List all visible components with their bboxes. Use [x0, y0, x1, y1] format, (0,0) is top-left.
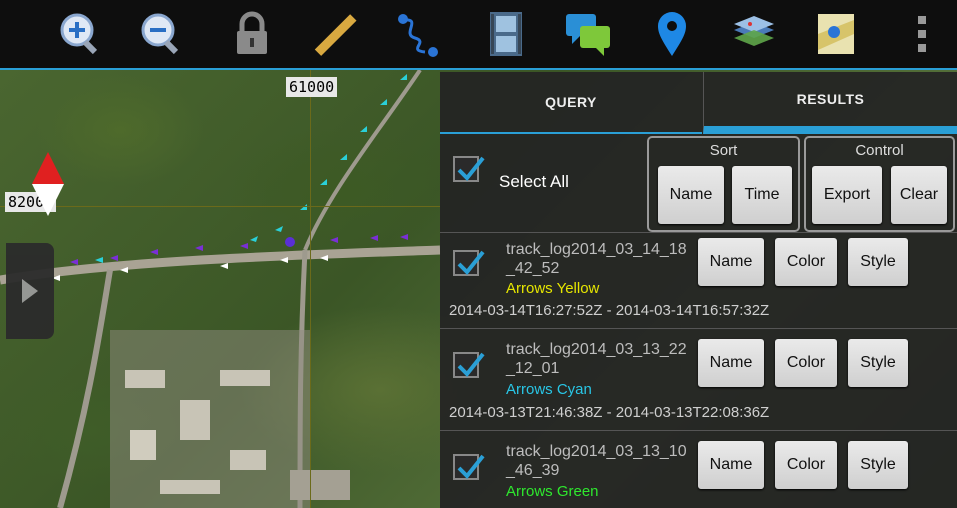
- map-icon[interactable]: [812, 10, 860, 58]
- tab-query[interactable]: QUERY: [440, 72, 702, 134]
- divider: [440, 328, 957, 329]
- layers-icon[interactable]: [730, 10, 778, 58]
- divider: [440, 232, 957, 233]
- track-name-button[interactable]: Name: [698, 339, 764, 387]
- compass-icon[interactable]: [30, 152, 66, 216]
- chat-icon[interactable]: [564, 10, 612, 58]
- checkmark-icon: [457, 156, 485, 181]
- lock-icon[interactable]: [228, 10, 276, 58]
- tab-results[interactable]: RESULTS: [703, 72, 957, 134]
- track-checkbox[interactable]: [453, 250, 485, 276]
- grid-line-vertical: [310, 70, 311, 508]
- chevron-right-icon: [22, 279, 38, 303]
- track-checkbox[interactable]: [453, 352, 485, 378]
- track-name: track_log2014_03_13_10_46_39: [506, 443, 687, 479]
- track-checkbox[interactable]: [453, 454, 485, 480]
- grid-line-horizontal: [0, 206, 440, 207]
- sort-group: Sort Name Time: [647, 136, 800, 232]
- panel-tabs: QUERY RESULTS: [440, 72, 957, 134]
- film-icon[interactable]: [482, 10, 530, 58]
- grid-label-x: 61000: [286, 77, 338, 97]
- track-style: Arrows Cyan: [506, 381, 592, 398]
- track-name: track_log2014_03_13_22_12_01: [506, 341, 687, 377]
- sort-time-button[interactable]: Time: [732, 166, 792, 224]
- overflow-menu-icon[interactable]: [898, 10, 946, 58]
- ruler-icon[interactable]: [312, 10, 360, 58]
- divider: [440, 430, 957, 431]
- sort-title: Sort: [709, 142, 738, 159]
- track-style-button[interactable]: Style: [848, 238, 908, 286]
- checkmark-icon: [457, 352, 485, 377]
- track-style: Arrows Yellow: [506, 280, 600, 297]
- track-color-button[interactable]: Color: [775, 238, 837, 286]
- select-all-label: Select All: [499, 172, 569, 191]
- track-name: track_log2014_03_14_18_42_52: [506, 241, 687, 277]
- zoom-out-icon[interactable]: [138, 10, 186, 58]
- select-all-checkbox[interactable]: [453, 156, 485, 182]
- sort-name-button[interactable]: Name: [658, 166, 724, 224]
- top-toolbar: [0, 0, 957, 70]
- clear-button[interactable]: Clear: [891, 166, 947, 224]
- track-style: Arrows Green: [506, 483, 599, 500]
- track-color-button[interactable]: Color: [775, 441, 837, 489]
- track-time-range: 2014-03-13T21:46:38Z - 2014-03-13T22:08:…: [449, 404, 770, 421]
- results-panel: QUERY RESULTS Select All Sort Name Time …: [440, 72, 957, 508]
- checkmark-icon: [457, 454, 485, 479]
- side-panel-handle[interactable]: [6, 243, 54, 339]
- track-style-button[interactable]: Style: [848, 441, 908, 489]
- zoom-in-icon[interactable]: [57, 10, 105, 58]
- track-time-range: 2014-03-14T16:27:52Z - 2014-03-14T16:57:…: [449, 302, 770, 319]
- track-style-button[interactable]: Style: [848, 339, 908, 387]
- control-group: Control Export Clear: [804, 136, 955, 232]
- export-button[interactable]: Export: [812, 166, 882, 224]
- track-route-icon[interactable]: [393, 10, 441, 58]
- checkmark-icon: [457, 250, 485, 275]
- track-name-button[interactable]: Name: [698, 441, 764, 489]
- track-color-button[interactable]: Color: [775, 339, 837, 387]
- control-title: Control: [855, 142, 904, 159]
- location-pin-icon[interactable]: [648, 10, 696, 58]
- track-name-button[interactable]: Name: [698, 238, 764, 286]
